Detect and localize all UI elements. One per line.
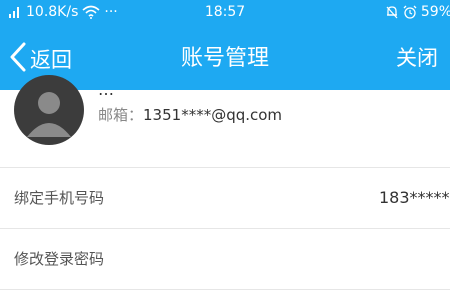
account-name: … (98, 80, 114, 99)
account-email-line: 邮箱：1351****@qq.com (98, 104, 282, 125)
more-notifications-indicator: ··· (104, 4, 118, 20)
divider (0, 289, 450, 290)
account-management-screen: 10.8K/s ··· 18:57 59% 返回 账号管理 关闭 … 邮箱：13… (0, 0, 450, 300)
email-label: 邮箱： (98, 106, 144, 124)
signal-icon (8, 5, 22, 19)
back-chevron-icon (8, 41, 28, 77)
back-label: 返回 (30, 47, 72, 72)
wifi-icon (82, 5, 100, 19)
status-right: 59% (385, 4, 450, 20)
bind-phone-label: 绑定手机号码 (14, 189, 105, 207)
change-password-row[interactable]: 修改登录密码 (0, 229, 450, 289)
bell-off-icon (385, 5, 399, 19)
email-value: 1351****@qq.com (143, 106, 283, 124)
default-avatar-icon (27, 92, 71, 137)
status-bar: 10.8K/s ··· 18:57 59% (0, 0, 450, 27)
alarm-icon (403, 5, 417, 19)
close-button[interactable]: 关闭 (396, 27, 438, 90)
bind-phone-row[interactable]: 绑定手机号码 183***** (0, 168, 450, 228)
network-speed: 10.8K/s (26, 4, 79, 20)
bind-phone-value: 183***** (379, 188, 450, 207)
change-password-label: 修改登录密码 (14, 250, 105, 268)
status-left: 10.8K/s ··· (8, 4, 118, 20)
page-title: 账号管理 (180, 46, 270, 71)
profile-section: … 邮箱：1351****@qq.com (0, 75, 450, 167)
battery-percent: 59% (420, 4, 450, 20)
avatar[interactable] (14, 75, 84, 145)
status-time: 18:57 (204, 4, 246, 20)
